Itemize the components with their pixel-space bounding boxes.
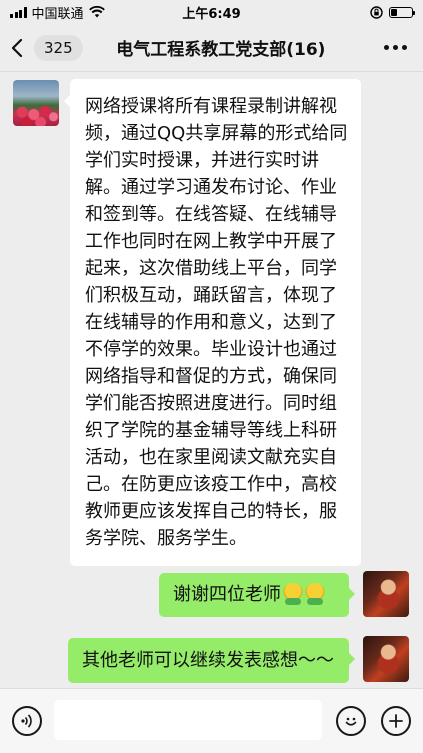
chat-title: 电气工程系教工党支部(16) xyxy=(116,40,326,60)
carrier-label: 中国联通 xyxy=(31,6,84,22)
status-right xyxy=(370,5,415,19)
status-bar: 中国联通 上午6:49 xyxy=(0,0,423,24)
self-avatar[interactable] xyxy=(363,636,409,682)
chat-header: 325 电气工程系教工党支部(16) xyxy=(0,24,423,72)
more-dot-icon xyxy=(383,45,389,50)
status-left: 中国联通 xyxy=(10,3,105,22)
message-text: 谢谢四位老师 xyxy=(173,584,281,605)
message-input[interactable] xyxy=(54,700,322,740)
input-bar xyxy=(0,688,423,753)
signal-icon xyxy=(10,6,27,18)
emoji-button[interactable] xyxy=(336,706,366,736)
message-text: 网络授课将所有课程录制讲解视频，通过QQ共享屏幕的形式给同学们实时授课，并进行实… xyxy=(85,96,348,549)
more-functions-button[interactable] xyxy=(381,706,411,736)
voice-icon xyxy=(21,714,32,728)
chat-messages[interactable]: 网络授课将所有课程录制讲解视频，通过QQ共享屏幕的形式给同学们实时授课，并进行实… xyxy=(0,72,423,688)
battery-level xyxy=(391,8,397,16)
applause-emoji-icon xyxy=(283,583,303,605)
wifi-icon xyxy=(88,6,105,18)
more-dot-icon xyxy=(392,45,398,50)
chevron-left-icon xyxy=(11,38,23,57)
battery-icon xyxy=(389,6,415,18)
applause-emoji-icon xyxy=(305,583,325,605)
message-bubble-sent[interactable]: 其他老师可以继续发表感想～～ xyxy=(68,638,355,683)
emoji-icon xyxy=(345,717,357,726)
more-options-button[interactable] xyxy=(367,24,423,72)
voice-button[interactable] xyxy=(12,706,42,736)
message-bubble-sent[interactable]: 谢谢四位老师 xyxy=(159,573,355,617)
more-dot-icon xyxy=(401,45,407,50)
tulip-field-avatar[interactable] xyxy=(13,80,59,126)
self-avatar[interactable] xyxy=(363,571,409,617)
plus-icon xyxy=(389,714,403,728)
status-time: 上午6:49 xyxy=(182,6,241,22)
orientation-lock-icon xyxy=(370,5,383,19)
message-bubble-received[interactable]: 网络授课将所有课程录制讲解视频，通过QQ共享屏幕的形式给同学们实时授课，并进行实… xyxy=(64,79,361,566)
message-text: 其他老师可以继续发表感想～～ xyxy=(82,650,334,671)
back-button[interactable] xyxy=(0,24,34,72)
unread-count-badge[interactable]: 325 xyxy=(34,34,83,61)
